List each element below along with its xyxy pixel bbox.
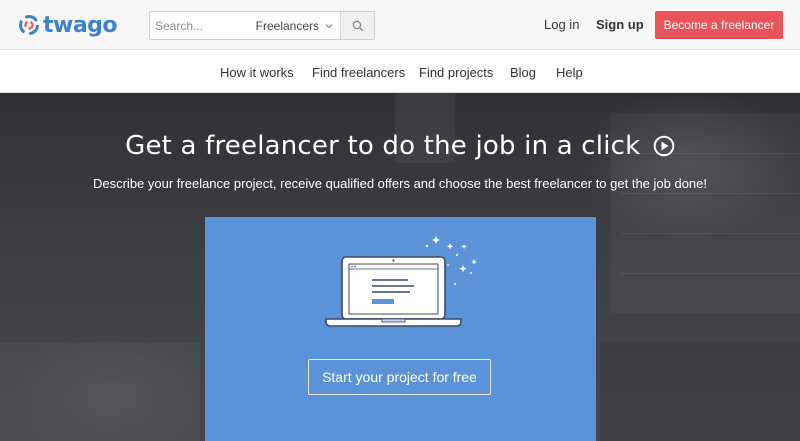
play-video-icon[interactable] (653, 135, 675, 157)
hero-title: Get a freelancer to do the job in a clic… (0, 131, 800, 161)
main-nav: How it works Find freelancers Find proje… (0, 50, 800, 93)
become-freelancer-button[interactable]: Become a freelancer (655, 11, 783, 39)
logo-text: twago (43, 12, 118, 38)
signup-link[interactable]: Sign up (596, 17, 644, 32)
login-link[interactable]: Log in (544, 17, 579, 32)
nav-item-find-freelancers[interactable]: Find freelancers (312, 65, 405, 80)
cta-card: Start your project for free (205, 217, 596, 441)
start-project-button[interactable]: Start your project for free (308, 359, 491, 395)
search-button[interactable] (340, 12, 374, 39)
chevron-down-icon (325, 23, 333, 28)
search-input[interactable] (150, 12, 254, 39)
background-shape (0, 343, 200, 441)
twago-logo[interactable]: twago (18, 10, 118, 40)
top-header: twago Freelancers Log in Sign up Become … (0, 0, 800, 50)
hero-subtitle: Describe your freelance project, receive… (92, 176, 708, 191)
nav-item-blog[interactable]: Blog (510, 65, 536, 80)
search-category-label: Freelancers (255, 18, 319, 33)
background-shape (600, 343, 800, 441)
hero-title-text: Get a freelancer to do the job in a clic… (125, 131, 641, 161)
nav-item-how-it-works[interactable]: How it works (220, 65, 294, 80)
nav-item-find-projects[interactable]: Find projects (419, 65, 493, 80)
logo-swirl-icon (19, 15, 39, 35)
nav-item-help[interactable]: Help (556, 65, 583, 80)
search-bar: Freelancers (149, 11, 375, 40)
search-icon (352, 20, 363, 31)
laptop-illustration (325, 236, 477, 327)
background-line (620, 273, 800, 274)
search-category-select[interactable]: Freelancers (254, 12, 340, 39)
background-line (620, 193, 800, 194)
hero-section: Get a freelancer to do the job in a clic… (0, 93, 800, 441)
background-line (620, 233, 800, 234)
